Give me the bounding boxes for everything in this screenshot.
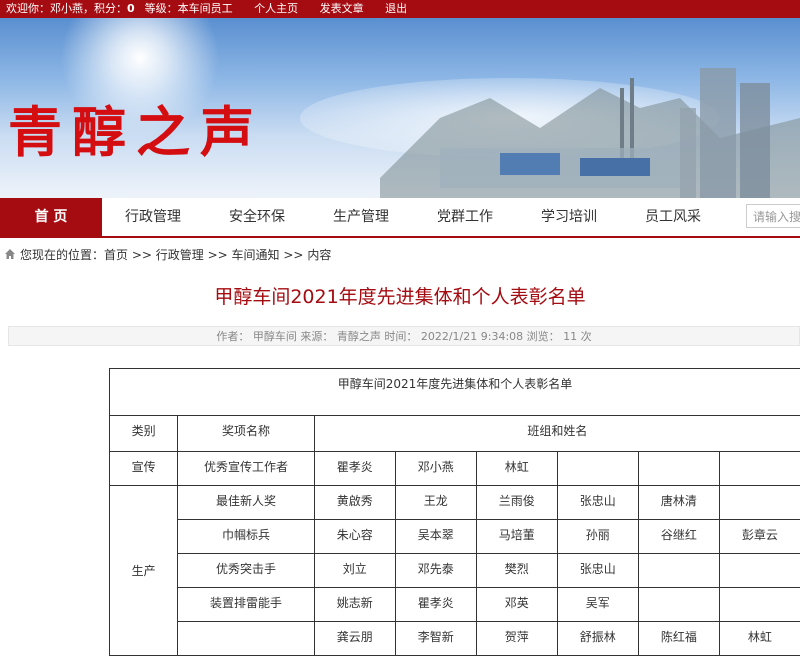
- table-row: 装置排雷能手 姚志新 瞿孝炎 邓英 吴军: [110, 588, 800, 622]
- award-cell: [178, 622, 314, 656]
- name-cell: 姚志新: [314, 588, 395, 622]
- table-row: 生产 最佳新人奖 黄啟秀 王龙 兰雨俊 张忠山 唐林清: [110, 486, 800, 520]
- name-cell: 马培董: [476, 520, 557, 554]
- level-text: 等级：本车间员工: [145, 0, 233, 18]
- name-cell: 林虹: [719, 622, 800, 656]
- breadcrumb: 您现在的位置：首页 >> 行政管理 >> 车间通知 >> 内容: [4, 246, 331, 263]
- article-meta: 作者： 甲醇车间 来源： 青醇之声 时间： 2022/1/21 9:34:08 …: [8, 326, 800, 346]
- name-cell: 张忠山: [557, 486, 638, 520]
- home-icon: [4, 248, 16, 260]
- name-cell: 贺萍: [476, 622, 557, 656]
- name-cell: 瞿孝炎: [395, 588, 476, 622]
- name-cell: 黄啟秀: [314, 486, 395, 520]
- breadcrumb-prefix: 您现在的位置：: [20, 248, 104, 262]
- table-row: 龚云朋 李智新 贺萍 舒振林 陈红福 林虹: [110, 622, 800, 656]
- breadcrumb-current: 内容: [307, 248, 331, 262]
- award-cell: 优秀突击手: [178, 554, 314, 588]
- name-cell: [638, 554, 719, 588]
- name-cell: [638, 588, 719, 622]
- table-row: 巾帼标兵 朱心容 吴本翠 马培董 孙丽 谷继红 彭章云: [110, 520, 800, 554]
- breadcrumb-sep: >>: [280, 248, 308, 262]
- name-cell: 吴本翠: [395, 520, 476, 554]
- nav-safety[interactable]: 安全环保: [206, 198, 308, 236]
- name-cell: 王龙: [395, 486, 476, 520]
- name-cell: 邓先泰: [395, 554, 476, 588]
- nav-production[interactable]: 生产管理: [310, 198, 412, 236]
- name-cell: 张忠山: [557, 554, 638, 588]
- award-cell: 优秀宣传工作者: [178, 452, 314, 486]
- award-cell: 巾帼标兵: [178, 520, 314, 554]
- search-input[interactable]: 请输入搜: [746, 204, 800, 228]
- name-cell: 孙丽: [557, 520, 638, 554]
- table-caption: 甲醇车间2021年度先进集体和个人表彰名单: [110, 369, 800, 416]
- header-names: 班组和姓名: [314, 416, 800, 452]
- name-cell: 邓英: [476, 588, 557, 622]
- personal-home-link[interactable]: 个人主页: [254, 0, 298, 18]
- points-value: 0: [127, 0, 135, 18]
- name-cell: 李智新: [395, 622, 476, 656]
- name-cell: [719, 452, 800, 486]
- breadcrumb-notice[interactable]: 车间通知: [232, 248, 280, 262]
- award-cell: 最佳新人奖: [178, 486, 314, 520]
- name-cell: 吴军: [557, 588, 638, 622]
- site-title: 青醇之声: [8, 88, 264, 167]
- name-cell: 瞿孝炎: [314, 452, 395, 486]
- header-award: 奖项名称: [178, 416, 314, 452]
- name-cell: 龚云朋: [314, 622, 395, 656]
- name-cell: 朱心容: [314, 520, 395, 554]
- table-row: 宣传 优秀宣传工作者 瞿孝炎 邓小燕 林虹: [110, 452, 800, 486]
- header-category: 类别: [110, 416, 178, 452]
- name-cell: [719, 554, 800, 588]
- name-cell: [719, 588, 800, 622]
- category-cell: 宣传: [110, 452, 178, 486]
- name-cell: [638, 452, 719, 486]
- name-cell: 舒振林: [557, 622, 638, 656]
- breadcrumb-admin[interactable]: 行政管理: [156, 248, 204, 262]
- table-row: 优秀突击手 刘立 邓先泰 樊烈 张忠山: [110, 554, 800, 588]
- breadcrumb-sep: >>: [128, 248, 156, 262]
- breadcrumb-home[interactable]: 首页: [104, 248, 128, 262]
- award-cell: 装置排雷能手: [178, 588, 314, 622]
- logout-link[interactable]: 退出: [385, 0, 407, 18]
- name-cell: [719, 486, 800, 520]
- name-cell: 刘立: [314, 554, 395, 588]
- site-banner: 青醇之声: [0, 18, 800, 198]
- category-cell: 生产: [110, 486, 178, 656]
- top-user-bar: 欢迎你：邓小燕，积分：0 等级：本车间员工 个人主页 发表文章 退出: [0, 0, 800, 18]
- award-table: 甲醇车间2021年度先进集体和个人表彰名单 类别 奖项名称 班组和姓名 宣传 优…: [109, 368, 800, 656]
- name-cell: 彭章云: [719, 520, 800, 554]
- nav-home[interactable]: 首 页: [0, 198, 102, 236]
- name-cell: 邓小燕: [395, 452, 476, 486]
- breadcrumb-sep: >>: [204, 248, 232, 262]
- nav-admin[interactable]: 行政管理: [102, 198, 204, 236]
- nav-training[interactable]: 学习培训: [518, 198, 620, 236]
- name-cell: 陈红福: [638, 622, 719, 656]
- nav-staff[interactable]: 员工风采: [622, 198, 724, 236]
- article-title: 甲醇车间2021年度先进集体和个人表彰名单: [0, 282, 800, 309]
- name-cell: 谷继红: [638, 520, 719, 554]
- name-cell: 唐林清: [638, 486, 719, 520]
- main-nav: 首 页 行政管理 安全环保 生产管理 党群工作 学习培训 员工风采 请输入搜: [0, 198, 800, 238]
- name-cell: 兰雨俊: [476, 486, 557, 520]
- name-cell: 林虹: [476, 452, 557, 486]
- post-article-link[interactable]: 发表文章: [320, 0, 364, 18]
- name-cell: 樊烈: [476, 554, 557, 588]
- welcome-text: 欢迎你：邓小燕，积分：: [0, 0, 127, 18]
- banner-plant-illustration: [380, 58, 800, 198]
- name-cell: [557, 452, 638, 486]
- nav-party[interactable]: 党群工作: [414, 198, 516, 236]
